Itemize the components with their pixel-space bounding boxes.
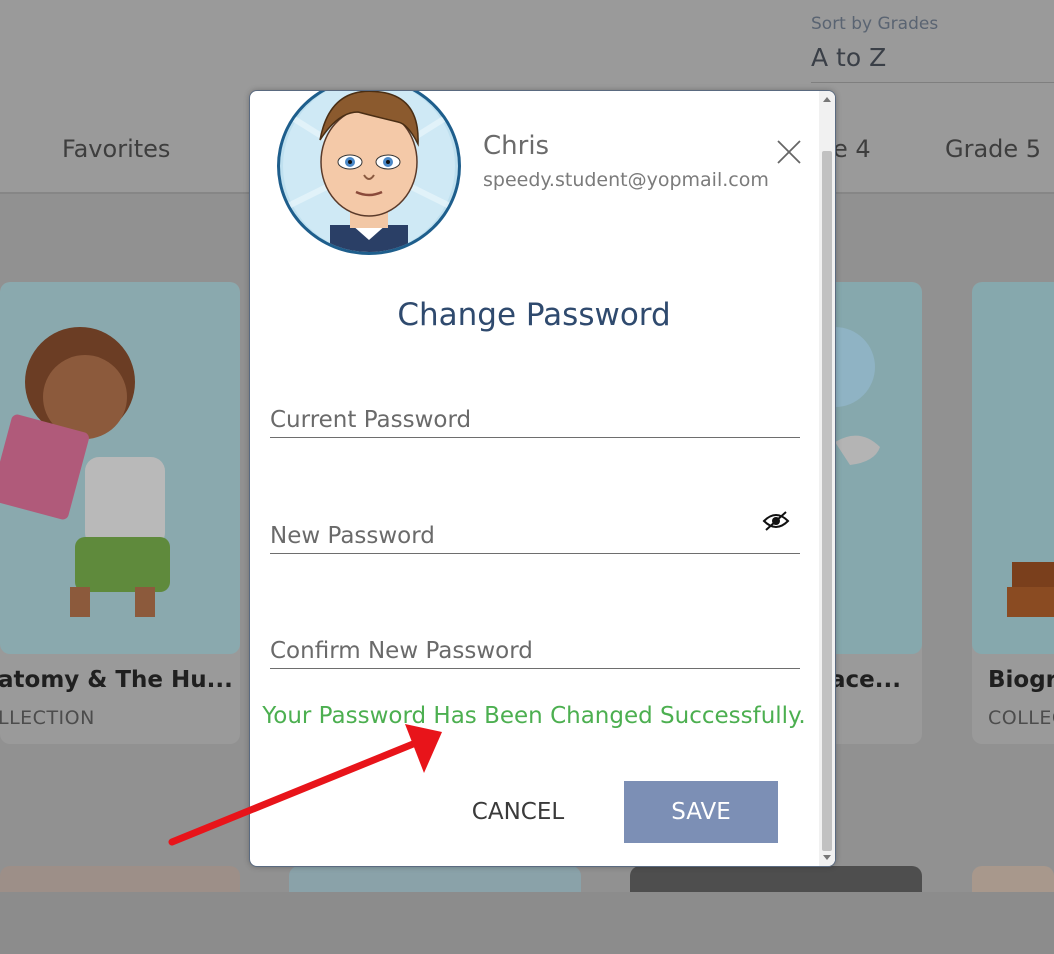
- card-title: ace...: [830, 667, 901, 693]
- avatar: [277, 91, 461, 255]
- scroll-thumb[interactable]: [822, 151, 832, 851]
- collection-thumbnail[interactable]: [972, 866, 1054, 894]
- collection-card[interactable]: atomy & The Hu... LLECTION: [0, 282, 240, 744]
- card-illustration: [972, 282, 1054, 654]
- tab-grade-5[interactable]: Grade 5: [945, 135, 1041, 163]
- success-message: Your Password Has Been Changed Successfu…: [262, 703, 806, 729]
- child-character-illustration: [0, 327, 170, 617]
- card-subtitle: COLLEC: [988, 707, 1054, 729]
- close-icon[interactable]: [776, 139, 802, 165]
- card-illustration: [0, 282, 240, 654]
- collection-thumbnail[interactable]: [289, 866, 581, 894]
- eye-slash-icon[interactable]: [762, 509, 790, 533]
- confirm-password-input[interactable]: [270, 638, 750, 664]
- collection-card[interactable]: Biogra COLLEC: [972, 282, 1054, 744]
- sort-dropdown[interactable]: A to Z: [811, 43, 886, 72]
- new-password-field: [270, 503, 800, 554]
- save-button[interactable]: SAVE: [624, 781, 778, 843]
- user-email: speedy.student@yopmail.com: [483, 169, 769, 191]
- dialog-title: Change Password: [397, 297, 671, 333]
- cancel-button[interactable]: CANCEL: [456, 781, 580, 843]
- scroll-down-icon[interactable]: [823, 855, 831, 860]
- sort-underline: [811, 82, 1054, 83]
- scroll-up-icon[interactable]: [823, 97, 831, 102]
- card-title: Biogra: [988, 667, 1054, 693]
- change-password-dialog: Chris speedy.student@yopmail.com Change …: [249, 90, 836, 867]
- user-name: Chris: [483, 131, 550, 161]
- current-password-input[interactable]: [270, 407, 750, 433]
- sort-label: Sort by Grades: [811, 14, 939, 34]
- tab-favorites[interactable]: Favorites: [62, 135, 170, 163]
- avatar-cartoon-face: [280, 91, 458, 252]
- card-subtitle: LLECTION: [0, 707, 95, 729]
- new-password-input[interactable]: [270, 523, 750, 549]
- scrollbar[interactable]: [819, 91, 835, 866]
- tab-grade-4[interactable]: e 4: [833, 135, 871, 163]
- current-password-field: [270, 387, 800, 438]
- collection-thumbnail[interactable]: [0, 866, 240, 894]
- books-illustration: [1007, 562, 1054, 617]
- bottom-bar: [0, 892, 1054, 954]
- card-title: atomy & The Hu...: [0, 667, 233, 693]
- confirm-password-field: [270, 618, 800, 669]
- collection-thumbnail[interactable]: [630, 866, 922, 894]
